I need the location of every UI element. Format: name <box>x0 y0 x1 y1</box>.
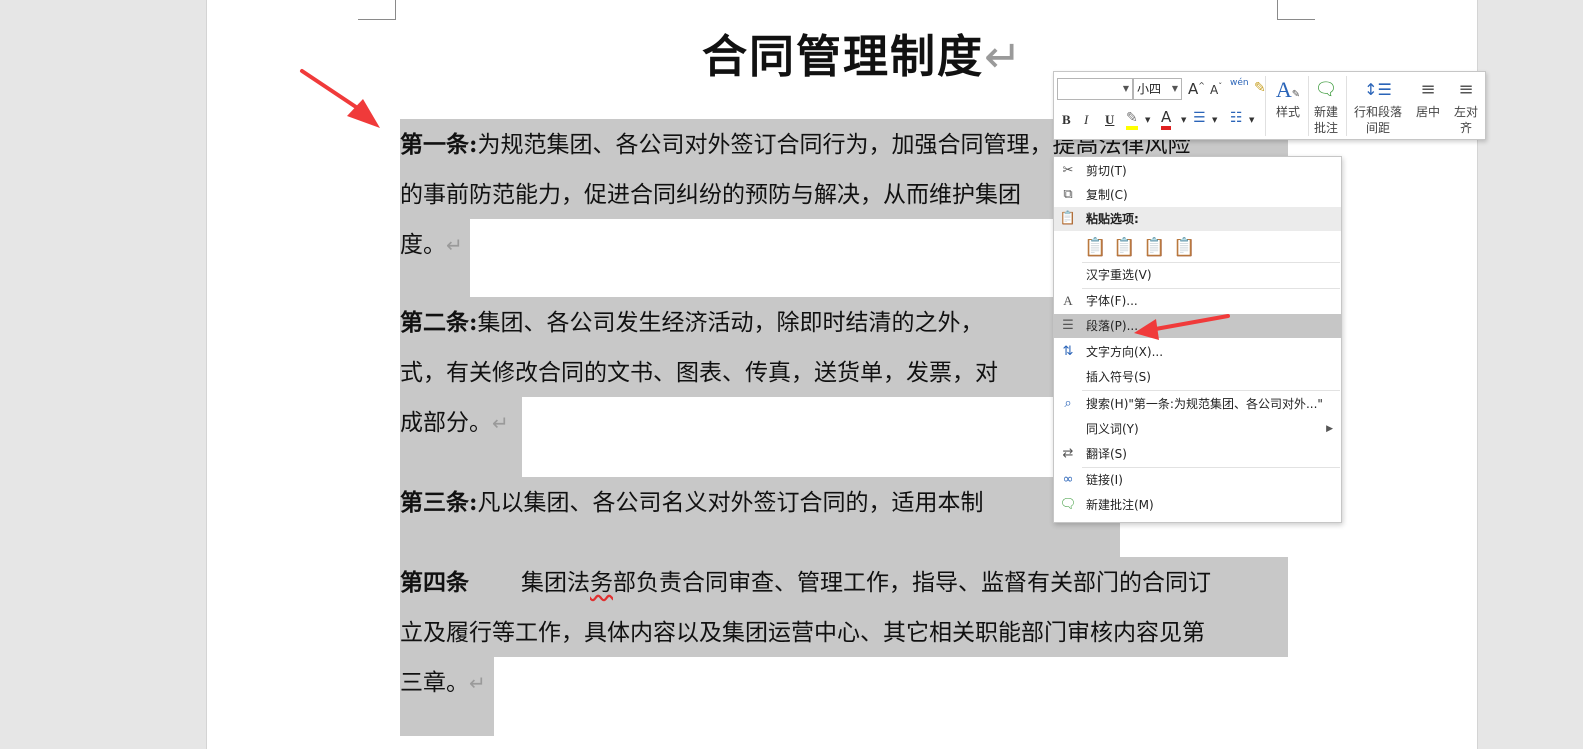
menu-item-copy[interactable]: ⧉ 复制(C) <box>1054 183 1341 207</box>
font-name-combo[interactable]: ▼ <box>1057 78 1133 100</box>
chevron-down-icon[interactable]: ▼ <box>1249 116 1254 124</box>
keep-text-only-icon[interactable]: 📋 <box>1173 236 1195 260</box>
submenu-arrow-icon: ▶ <box>1326 424 1333 434</box>
context-menu: ✂ 剪切(T) ⧉ 复制(C) 📋 粘贴选项: 📋 📋 📋 📋 汉字重选(V) … <box>1053 156 1342 523</box>
keep-source-formatting-icon[interactable]: 📋 <box>1084 236 1106 260</box>
font-color-button[interactable]: A <box>1161 109 1172 130</box>
chevron-down-icon: ▼ <box>1171 84 1178 93</box>
menu-item-reconvert[interactable]: 汉字重选(V) <box>1054 263 1341 287</box>
menu-item-synonyms[interactable]: 同义词(Y) ▶ <box>1054 417 1341 441</box>
menu-item-paragraph[interactable]: ☰ 段落(P)... <box>1054 314 1341 338</box>
underline-button[interactable]: U <box>1105 112 1114 128</box>
text-line[interactable]: 三章。↵ <box>400 658 486 708</box>
align-left-button[interactable]: ≡ 左对 齐 <box>1448 76 1484 136</box>
center-button[interactable]: ≡ 居中 <box>1410 76 1446 120</box>
menu-item-font[interactable]: A 字体(F)... <box>1054 289 1341 313</box>
numbering-icon[interactable]: ☷ <box>1230 110 1243 126</box>
text-line[interactable]: 第三条:凡以集团、各公司名义对外签订合同的，适用本制 <box>400 478 984 528</box>
scissors-icon: ✂ <box>1062 163 1074 178</box>
text-line[interactable]: 的事前防范能力，促进合同纠纷的预防与解决，从而维护集团 <box>400 170 1021 220</box>
document-title[interactable]: 合同管理制度↵ <box>702 30 1024 84</box>
paragraph-mark-icon: ↵ <box>469 671 486 695</box>
text-line[interactable]: 立及履行等工作，具体内容以及集团运营中心、其它相关职能部门审核内容见第 <box>400 608 1205 658</box>
search-icon: ⌕ <box>1064 396 1072 411</box>
chevron-down-icon: ▼ <box>1122 84 1129 93</box>
picture-icon[interactable]: 📋 <box>1143 236 1165 260</box>
paragraph-icon: ☰ <box>1062 318 1074 333</box>
toolbar-divider <box>1265 76 1266 136</box>
text-line[interactable]: 式，有关修改合同的文书、图表、传真，送货单，发票，对 <box>400 348 998 398</box>
styles-icon: A✎ <box>1275 77 1301 102</box>
paragraph-mark-icon: ↵ <box>492 411 509 435</box>
comment-icon: 🗨 <box>1314 79 1338 100</box>
mini-toolbar: ▼ 小四 ▼ A^ Aˇ wén ✎ B I U ✎ ▼ A ▼ ☰ ▼ ☷ ▼ … <box>1053 71 1486 140</box>
text-line[interactable]: 度。↵ <box>400 220 463 270</box>
text-line[interactable]: 第四条 集团法务部负责合同审查、管理工作，指导、监督有关部门的合同订 <box>400 558 1211 608</box>
menu-header-paste-options: 📋 粘贴选项: <box>1054 207 1341 231</box>
menu-item-new-comment[interactable]: 🗨 新建批注(M) <box>1054 493 1341 517</box>
line-spacing-icon: ↕☰ <box>1364 80 1392 99</box>
align-center-icon: ≡ <box>1420 79 1436 100</box>
copy-icon: ⧉ <box>1063 187 1073 202</box>
translate-icon: ⇄ <box>1062 446 1074 461</box>
comment-icon: 🗨 <box>1059 497 1077 512</box>
new-comment-button[interactable]: 🗨 新建 批注 <box>1310 76 1342 136</box>
menu-item-link[interactable]: ∞ 链接(I) <box>1054 468 1341 492</box>
margin-corner-top-left <box>358 0 396 20</box>
text-line[interactable]: 成部分。↵ <box>400 398 509 448</box>
link-icon: ∞ <box>1062 472 1074 487</box>
toolbar-divider <box>1346 76 1347 136</box>
margin-corner-top-right <box>1277 0 1315 20</box>
shrink-font-icon[interactable]: Aˇ <box>1210 82 1222 97</box>
menu-item-text-direction[interactable]: ⇅ 文字方向(X)... <box>1054 340 1341 364</box>
bullets-icon[interactable]: ☰ <box>1193 110 1206 126</box>
text-direction-icon: ⇅ <box>1062 344 1074 359</box>
format-painter-icon[interactable]: ✎ <box>1254 80 1266 96</box>
align-left-icon: ≡ <box>1458 79 1474 100</box>
menu-divider <box>1082 390 1340 391</box>
styles-button[interactable]: A✎ 样式 <box>1268 76 1308 120</box>
chevron-down-icon[interactable]: ▼ <box>1145 116 1150 124</box>
chevron-down-icon[interactable]: ▼ <box>1212 116 1217 124</box>
italic-button[interactable]: I <box>1084 112 1088 128</box>
paragraph-mark-icon: ↵ <box>446 233 463 257</box>
menu-item-translate[interactable]: ⇄ 翻译(S) <box>1054 442 1341 466</box>
line-spacing-button[interactable]: ↕☰ 行和段落 间距 <box>1348 76 1408 136</box>
font-size-combo[interactable]: 小四 ▼ <box>1133 78 1182 100</box>
toolbar-divider <box>1308 76 1309 136</box>
text-line[interactable]: 第二条:集团、各公司发生经济活动，除即时结清的之外， <box>400 298 984 348</box>
font-icon: A <box>1063 293 1073 308</box>
spelling-underline[interactable]: 务 <box>590 570 613 596</box>
menu-item-cut[interactable]: ✂ 剪切(T) <box>1054 159 1341 183</box>
highlight-icon[interactable]: ✎ <box>1126 110 1138 130</box>
menu-item-insert-symbol[interactable]: 插入符号(S) <box>1054 365 1341 389</box>
phonetic-guide-icon[interactable]: wén <box>1230 78 1249 88</box>
chevron-down-icon[interactable]: ▼ <box>1181 116 1186 124</box>
grow-font-icon[interactable]: A^ <box>1188 80 1205 98</box>
paste-icon: 📋 <box>1059 211 1077 226</box>
merge-formatting-icon[interactable]: 📋 <box>1113 236 1135 260</box>
bold-button[interactable]: B <box>1062 112 1071 128</box>
paragraph-mark-icon: ↵ <box>984 30 1024 83</box>
menu-item-search[interactable]: ⌕ 搜索(H)"第一条:为规范集团、各公司对外..." <box>1054 392 1341 416</box>
